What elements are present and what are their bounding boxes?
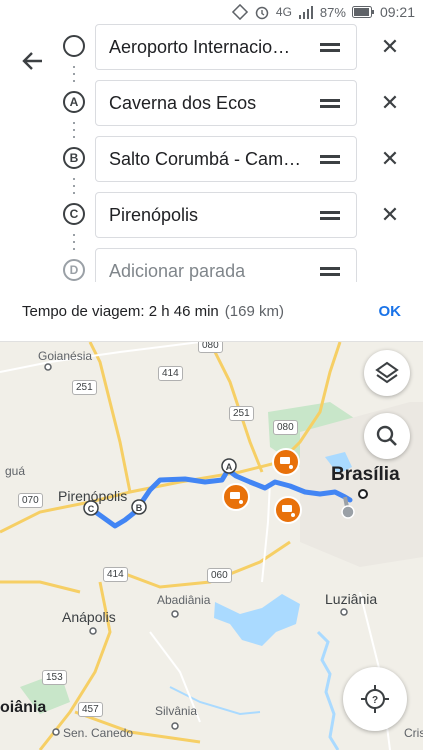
svg-text:A: A	[226, 462, 233, 472]
origin-marker	[63, 35, 85, 57]
stop-row-c: C Pirenópolis ✕	[0, 190, 423, 238]
clock: 09:21	[379, 4, 415, 20]
stop-label: Salto Corumbá - Cam…	[109, 149, 302, 169]
alarm-icon	[255, 6, 269, 20]
stop-row-b: B Salto Corumbá - Cam… ✕	[0, 134, 423, 182]
layers-icon	[375, 361, 399, 384]
stop-marker-d: D	[63, 259, 85, 281]
ok-button[interactable]: OK	[379, 303, 402, 320]
drag-handle-icon[interactable]	[320, 265, 340, 277]
search-icon	[376, 425, 397, 446]
signal-icon	[298, 6, 313, 19]
travel-summary: Tempo de viagem: 2 h 46 min (169 km) OK	[0, 282, 423, 342]
travel-distance: (169 km)	[224, 303, 284, 320]
remove-stop-button[interactable]: ✕	[378, 91, 402, 115]
travel-time-label: Tempo de viagem: 2 h 46 min	[22, 303, 219, 320]
stop-marker-c: C	[63, 203, 85, 225]
route-marker-c[interactable]: C	[83, 500, 99, 516]
remove-stop-button[interactable]: ✕	[378, 203, 402, 227]
route-origin-marker	[341, 505, 355, 519]
battery-level: 87%	[319, 4, 346, 20]
stop-row-add: D Adicionar parada	[0, 246, 423, 282]
drag-handle-icon[interactable]	[320, 209, 340, 221]
sim-icon	[231, 4, 248, 20]
remove-stop-button[interactable]: ✕	[378, 35, 402, 59]
stop-row-origin: Aeroporto Internacio… ✕	[0, 22, 423, 70]
stop-row-a: A Caverna dos Ecos ✕	[0, 78, 423, 126]
drag-handle-icon[interactable]	[320, 153, 340, 165]
stop-marker-a: A	[63, 91, 85, 113]
add-stop-field[interactable]: Adicionar parada	[95, 248, 357, 282]
stop-field-origin[interactable]: Aeroporto Internacio…	[95, 24, 357, 70]
speed-camera-icon[interactable]	[272, 448, 300, 476]
speed-camera-icon[interactable]	[274, 496, 302, 524]
stop-field-b[interactable]: Salto Corumbá - Cam…	[95, 136, 357, 182]
add-stop-placeholder: Adicionar parada	[109, 261, 246, 281]
drag-handle-icon[interactable]	[320, 41, 340, 53]
stop-marker-b: B	[63, 147, 85, 169]
remove-stop-button[interactable]: ✕	[378, 147, 402, 171]
stop-field-c[interactable]: Pirenópolis	[95, 192, 357, 238]
speed-camera-icon[interactable]	[222, 483, 250, 511]
route-marker-a[interactable]: A	[221, 458, 237, 474]
search-along-route-button[interactable]	[364, 413, 410, 459]
layers-button[interactable]	[364, 350, 410, 396]
stop-label: Aeroporto Internacio…	[109, 37, 291, 57]
stop-label: Caverna dos Ecos	[109, 93, 257, 113]
my-location-button[interactable]: ?	[343, 667, 407, 731]
battery-icon	[351, 6, 374, 18]
location-target-icon: ?	[361, 685, 389, 713]
network-type: 4G	[275, 5, 292, 19]
drag-handle-icon[interactable]	[320, 97, 340, 109]
svg-text:?: ?	[372, 695, 378, 706]
svg-text:C: C	[88, 504, 95, 514]
stop-field-a[interactable]: Caverna dos Ecos	[95, 80, 357, 126]
stop-label: Pirenópolis	[109, 205, 199, 225]
route-marker-b[interactable]: B	[131, 499, 147, 515]
svg-text:B: B	[136, 503, 143, 513]
travel-time: Tempo de viagem: 2 h 46 min (169 km)	[22, 303, 284, 320]
map-view[interactable]: Goianésia guá Brasília Pirenópolis Anápo…	[0, 342, 423, 750]
